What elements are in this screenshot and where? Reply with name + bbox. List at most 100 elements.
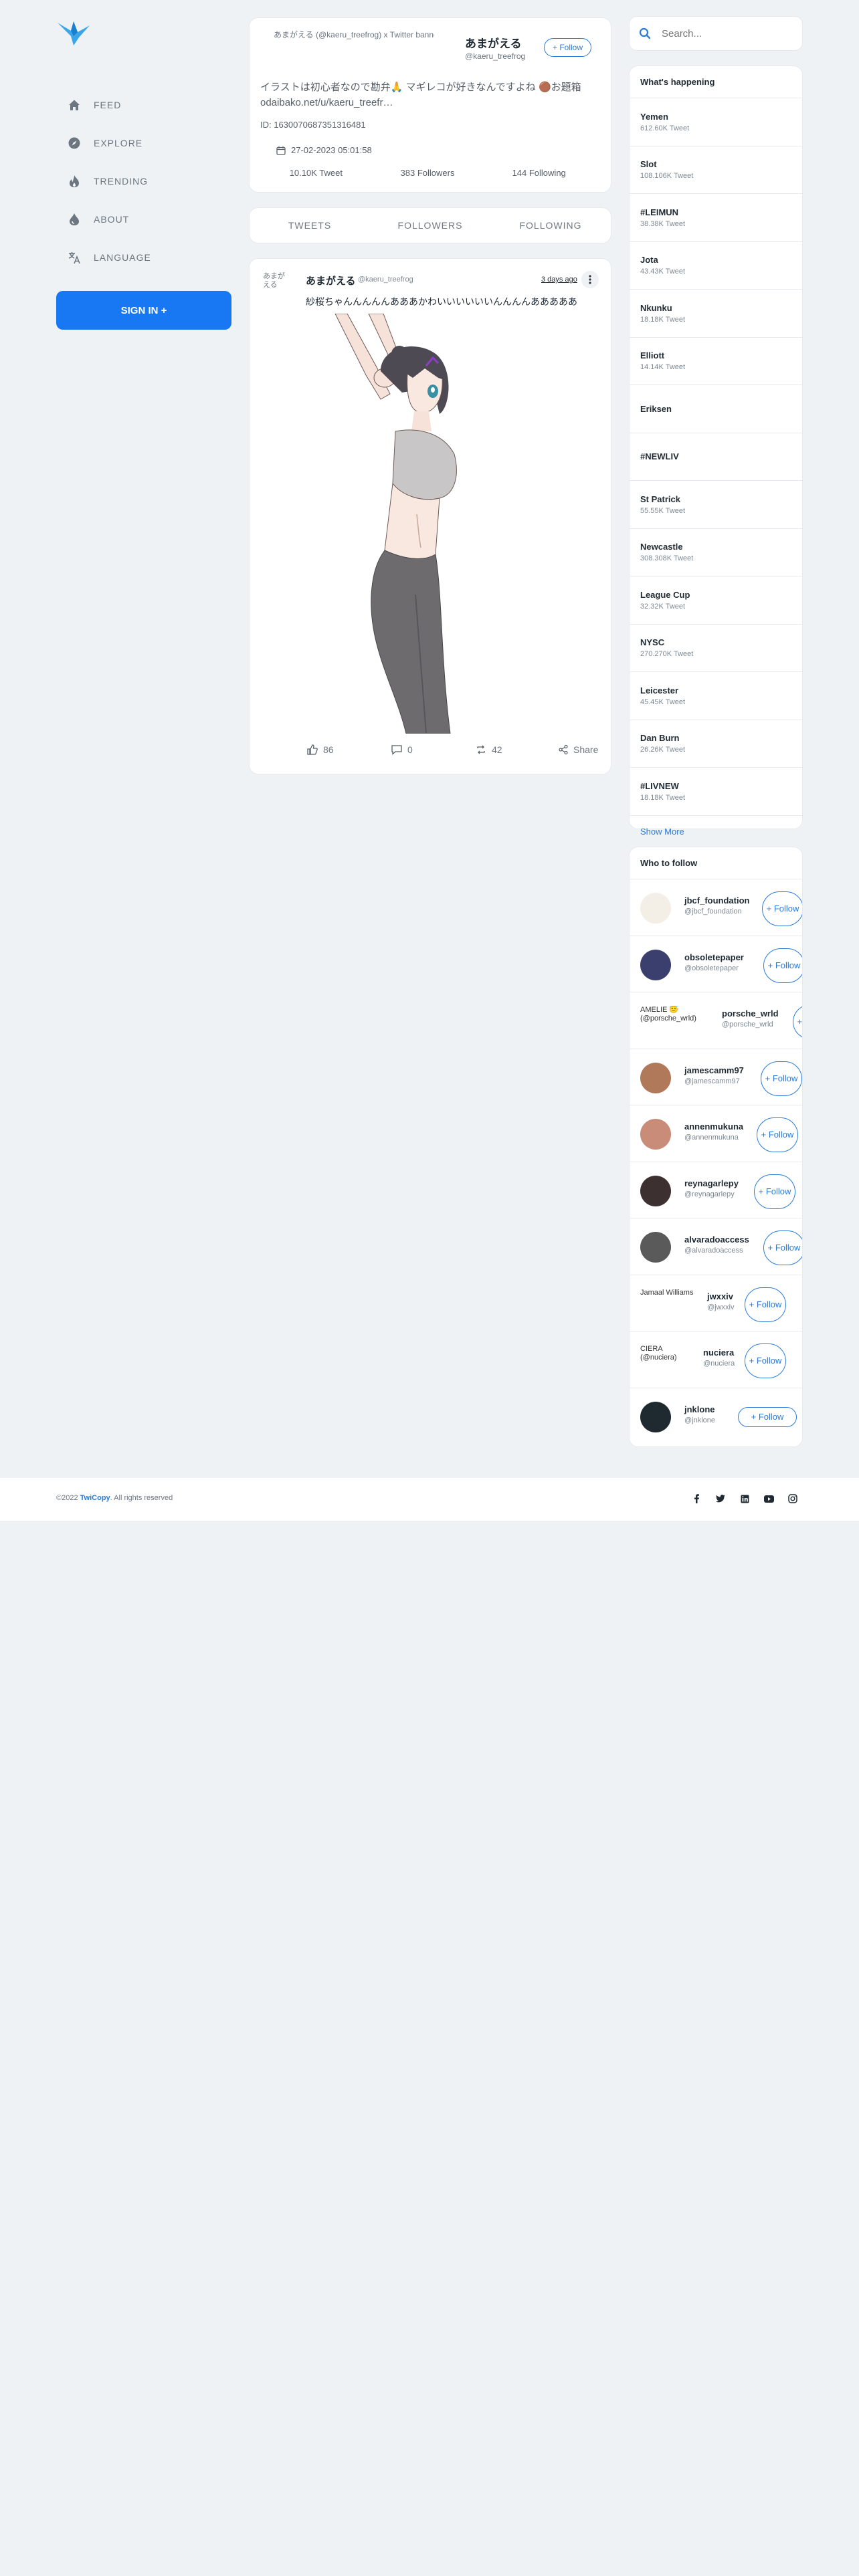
follow-button[interactable]: + Follow [754,1174,795,1209]
user-avatar[interactable] [640,1062,671,1093]
tab-tweets[interactable]: TWEETS [250,220,370,231]
trend-item[interactable]: Yemen 612.60K Tweet [630,98,802,146]
user-name[interactable]: porsche_wrld [722,1008,779,1018]
tab-following[interactable]: FOLLOWING [490,220,611,231]
profile-id: ID: 1630070687351316481 [260,120,366,130]
trend-item[interactable]: Slot 108.106K Tweet [630,146,802,194]
trend-tweet-count: 612.60K Tweet [640,124,690,132]
who-to-follow-title: Who to follow [630,847,802,879]
user-avatar[interactable]: CIERA (@nuciera) [640,1345,698,1376]
profile-join-date: 27-02-2023 05:01:58 [276,145,372,155]
trend-item[interactable]: League Cup 32.32K Tweet [630,576,802,625]
user-name[interactable]: reynagarlepy [684,1178,739,1188]
user-avatar[interactable] [640,1401,671,1432]
tab-followers[interactable]: FOLLOWERS [370,220,490,231]
retweet-button[interactable]: 42 [476,744,502,755]
user-name[interactable]: obsoletepaper [684,952,744,962]
nav-item-about[interactable]: ABOUT [56,200,231,238]
user-avatar[interactable]: Jamaal Williams [640,1289,702,1319]
search-input[interactable] [662,27,789,39]
trend-item[interactable]: Jota 43.43K Tweet [630,242,802,290]
trend-name: #NEWLIV [640,451,679,462]
nav-item-trending[interactable]: TRENDING [56,162,231,200]
trend-item[interactable]: Newcastle 308.308K Tweet [630,529,802,576]
follow-button[interactable]: + Follow [763,1230,802,1265]
trend-item[interactable]: St Patrick 55.55K Tweet [630,481,802,529]
user-handle: @annenmukuna [684,1134,739,1142]
user-handle: @porsche_wrld [722,1021,773,1029]
follow-button[interactable]: + Follow [761,1061,802,1096]
tweet-date-link[interactable]: 3 days ago [541,276,577,284]
facebook-icon[interactable] [690,1493,702,1505]
nav-label-language: LANGUAGE [94,251,151,263]
nav-item-explore[interactable]: EXPLORE [56,124,231,162]
trend-name: Newcastle [640,542,683,552]
user-name[interactable]: jamescamm97 [684,1065,744,1075]
user-handle: @jamescamm97 [684,1077,740,1085]
trend-item[interactable]: Leicester 45.45K Tweet [630,672,802,720]
tweet-author-name[interactable]: あまがえる [306,274,356,288]
tweet-media-image[interactable] [302,314,502,734]
trend-name: #LIVNEW [640,780,679,791]
bio-link[interactable]: odaibako.net/u/kaeru_treefr… [260,95,595,110]
youtube-icon[interactable] [763,1493,775,1505]
like-button[interactable]: 86 [307,744,334,755]
nav-item-language[interactable]: LANGUAGE [56,238,231,276]
social-links [690,1493,799,1505]
sign-in-button[interactable]: SIGN IN + [56,291,231,330]
trend-list: Yemen 612.60K Tweet Slot 108.106K Tweet #LEI… [630,98,802,816]
retweet-count: 42 [492,744,502,755]
trend-item[interactable]: Nkunku 18.18K Tweet [630,290,802,338]
user-name[interactable]: annenmukuna [684,1121,743,1132]
trend-item[interactable]: Elliott 14.14K Tweet [630,338,802,385]
comment-button[interactable]: 0 [391,744,413,755]
trend-item[interactable]: NYSC 270.270K Tweet [630,625,802,672]
trend-name: Eriksen [640,403,672,414]
user-handle: @nuciera [703,1360,735,1368]
follow-button[interactable]: + Follow [738,1406,797,1427]
nav-item-feed[interactable]: FEED [56,86,231,124]
user-name[interactable]: jbcf_foundation [684,895,750,905]
twitter-icon[interactable] [714,1493,727,1505]
user-avatar[interactable] [640,949,671,980]
follow-button[interactable]: + Follow [745,1344,786,1378]
profile-follow-button[interactable]: + Follow [544,38,592,57]
user-handle: @alvaradoaccess [684,1247,743,1255]
following-count[interactable]: 144 Following [483,168,595,178]
trend-item[interactable]: #LIVNEW 18.18K Tweet [630,768,802,816]
user-avatar[interactable] [640,893,671,924]
trend-item[interactable]: #LEIMUN 38.38K Tweet [630,194,802,242]
user-handle: @jbcf_foundation [684,907,742,916]
user-name[interactable]: jnklone [684,1404,715,1414]
follow-button[interactable]: + Follow [757,1117,798,1152]
user-avatar[interactable] [640,1119,671,1150]
follow-button[interactable]: + Follow [745,1287,786,1322]
more-options-button[interactable] [581,271,599,288]
nav-label-explore: EXPLORE [94,137,143,148]
brand-link[interactable]: TwiCopy [80,1494,110,1502]
follow-button[interactable]: + Follow [793,1004,802,1039]
copyright-suffix: . All rights reserved [110,1494,173,1502]
share-button[interactable]: Share [559,744,598,755]
user-name[interactable]: jwxxiv [707,1291,733,1301]
trend-item[interactable]: Eriksen [630,385,802,433]
instagram-icon[interactable] [787,1493,799,1505]
linkedin-icon[interactable] [739,1493,751,1505]
tweet-avatar[interactable]: あまがえる [263,272,290,302]
trend-name: Elliott [640,350,665,361]
bird-logo-icon[interactable] [56,19,91,47]
follow-button[interactable]: + Follow [762,891,802,926]
follow-suggestion: CIERA (@nuciera) nuciera @nuciera + Follow [630,1331,802,1388]
user-name[interactable]: alvaradoaccess [684,1235,749,1245]
trend-item[interactable]: #NEWLIV [630,433,802,481]
follow-button[interactable]: + Follow [763,948,802,983]
user-avatar[interactable] [640,1232,671,1263]
follow-suggestion: alvaradoaccess @alvaradoaccess + Follow [630,1218,802,1275]
trend-item[interactable]: Dan Burn 26.26K Tweet [630,720,802,768]
followers-count[interactable]: 383 Followers [372,168,484,178]
show-more-link[interactable]: Show More [630,816,802,848]
user-name[interactable]: nuciera [703,1348,734,1358]
user-avatar[interactable]: AMELIE 😇 (@porsche_wrld) [640,1006,717,1037]
user-avatar[interactable] [640,1175,671,1206]
flame-icon [67,174,82,189]
